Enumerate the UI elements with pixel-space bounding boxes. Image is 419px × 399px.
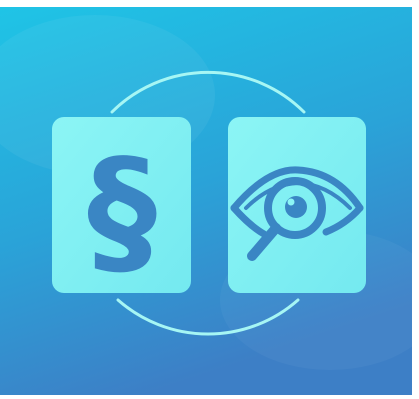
eye-pupil [285,196,307,218]
eye-glint [287,198,295,206]
section-sign-icon: § [87,130,157,293]
app-icon-artwork: § [0,7,419,395]
app-icon: § [0,0,419,399]
